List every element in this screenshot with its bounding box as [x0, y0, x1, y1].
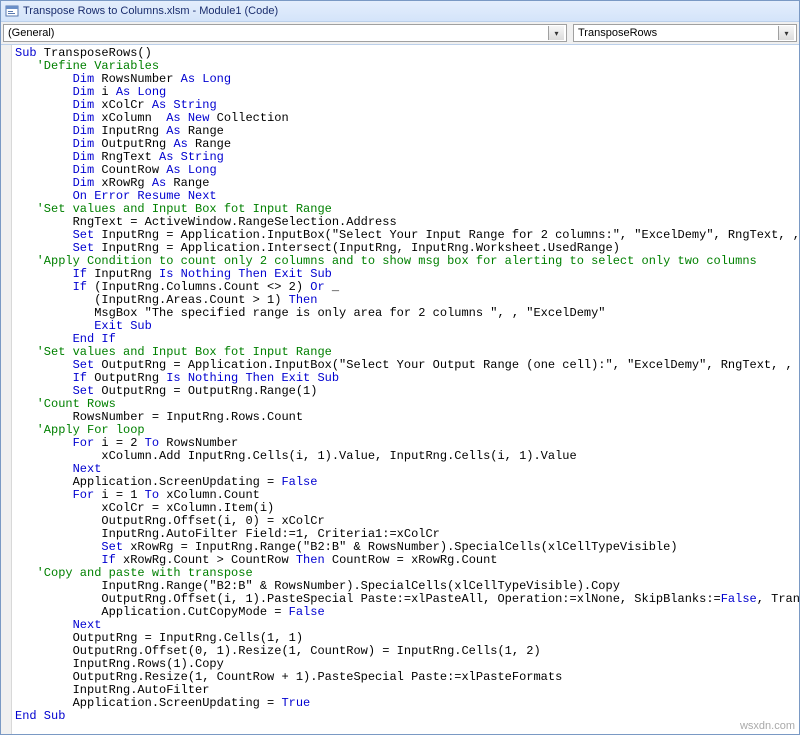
- vbe-code-window: Transpose Rows to Columns.xlsm - Module1…: [0, 0, 800, 735]
- object-dropdown-value: (General): [8, 27, 54, 39]
- object-proc-dropdown-row: (General) ▾ TransposeRows ▾: [1, 22, 799, 45]
- module-icon: [5, 4, 19, 18]
- code-text[interactable]: Sub TransposeRows() 'Define Variables Di…: [1, 45, 799, 725]
- procedure-dropdown[interactable]: TransposeRows ▾: [573, 24, 797, 42]
- code-pane[interactable]: Sub TransposeRows() 'Define Variables Di…: [1, 45, 799, 734]
- window-title: Transpose Rows to Columns.xlsm - Module1…: [23, 5, 278, 17]
- margin-gutter: [1, 45, 12, 734]
- titlebar[interactable]: Transpose Rows to Columns.xlsm - Module1…: [1, 1, 799, 22]
- object-dropdown[interactable]: (General) ▾: [3, 24, 567, 42]
- chevron-down-icon[interactable]: ▾: [548, 26, 564, 40]
- procedure-dropdown-value: TransposeRows: [578, 27, 657, 39]
- chevron-down-icon[interactable]: ▾: [778, 26, 794, 40]
